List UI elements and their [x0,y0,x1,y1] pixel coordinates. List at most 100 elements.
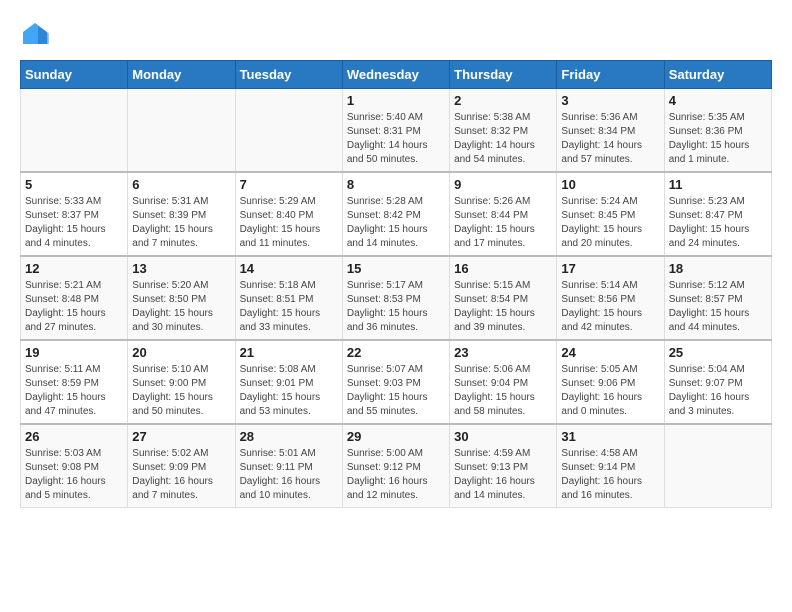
page-header [20,20,772,50]
day-info: Sunrise: 5:24 AM Sunset: 8:45 PM Dayligh… [561,195,659,251]
day-info: Sunrise: 5:33 AM Sunset: 8:37 PM Dayligh… [25,195,123,251]
day-number: 13 [132,261,230,276]
calendar-cell: 29 Sunrise: 5:00 AM Sunset: 9:12 PM Dayli… [342,424,449,508]
header-day-wednesday: Wednesday [342,61,449,89]
calendar-cell: 21Sunrise: 5:08 AM Sunset: 9:01 PM Dayli… [235,340,342,424]
day-number: 9 [454,177,552,192]
header-day-saturday: Saturday [664,61,771,89]
day-number: 25 [669,345,767,360]
day-number: 21 [240,345,338,360]
calendar-cell: 12Sunrise: 5:21 AM Sunset: 8:48 PM Dayli… [21,256,128,340]
calendar-cell: 11Sunrise: 5:23 AM Sunset: 8:47 PM Dayli… [664,172,771,256]
calendar-cell: 31 Sunrise: 4:58 AM Sunset: 9:14 PM Dayli… [557,424,664,508]
day-number: 6 [132,177,230,192]
day-info: Sunrise: 5:17 AM Sunset: 8:53 PM Dayligh… [347,279,445,335]
day-number: 18 [669,261,767,276]
day-number: 31 [561,429,659,444]
day-info: Sunrise: 4:58 AM Sunset: 9:14 PM Dayligh… [561,447,659,503]
calendar-cell: 15 Sunrise: 5:17 AM Sunset: 8:53 PM Dayli… [342,256,449,340]
day-number: 3 [561,93,659,108]
day-number: 14 [240,261,338,276]
day-number: 26 [25,429,123,444]
day-info: Sunrise: 5:05 AM Sunset: 9:06 PM Dayligh… [561,363,659,419]
calendar-cell: 9 Sunrise: 5:26 AM Sunset: 8:44 PM Daylig… [450,172,557,256]
day-info: Sunrise: 5:38 AM Sunset: 8:32 PM Dayligh… [454,111,552,167]
week-row-4: 19 Sunrise: 5:11 AM Sunset: 8:59 PM Dayli… [21,340,772,424]
day-info: Sunrise: 5:21 AM Sunset: 8:48 PM Dayligh… [25,279,123,335]
calendar-cell: 27 Sunrise: 5:02 AM Sunset: 9:09 PM Dayli… [128,424,235,508]
header-day-friday: Friday [557,61,664,89]
day-info: Sunrise: 5:00 AM Sunset: 9:12 PM Dayligh… [347,447,445,503]
calendar-table: SundayMondayTuesdayWednesdayThursdayFrid… [20,60,772,508]
day-info: Sunrise: 5:40 AM Sunset: 8:31 PM Dayligh… [347,111,445,167]
calendar-cell [235,89,342,173]
day-info: Sunrise: 5:31 AM Sunset: 8:39 PM Dayligh… [132,195,230,251]
day-number: 1 [347,93,445,108]
day-number: 11 [669,177,767,192]
calendar-cell: 22 Sunrise: 5:07 AM Sunset: 9:03 PM Dayli… [342,340,449,424]
header-day-thursday: Thursday [450,61,557,89]
day-number: 10 [561,177,659,192]
day-number: 27 [132,429,230,444]
day-info: Sunrise: 5:12 AM Sunset: 8:57 PM Dayligh… [669,279,767,335]
calendar-cell: 7 Sunrise: 5:29 AM Sunset: 8:40 PM Daylig… [235,172,342,256]
day-number: 7 [240,177,338,192]
calendar-cell: 16 Sunrise: 5:15 AM Sunset: 8:54 PM Dayli… [450,256,557,340]
calendar-cell: 8 Sunrise: 5:28 AM Sunset: 8:42 PM Daylig… [342,172,449,256]
day-info: Sunrise: 5:01 AM Sunset: 9:11 PM Dayligh… [240,447,338,503]
day-info: Sunrise: 5:15 AM Sunset: 8:54 PM Dayligh… [454,279,552,335]
week-row-1: 1 Sunrise: 5:40 AM Sunset: 8:31 PM Daylig… [21,89,772,173]
day-info: Sunrise: 5:14 AM Sunset: 8:56 PM Dayligh… [561,279,659,335]
calendar-cell: 26 Sunrise: 5:03 AM Sunset: 9:08 PM Dayli… [21,424,128,508]
calendar-cell: 25 Sunrise: 5:04 AM Sunset: 9:07 PM Dayli… [664,340,771,424]
day-info: Sunrise: 5:02 AM Sunset: 9:09 PM Dayligh… [132,447,230,503]
day-info: Sunrise: 5:20 AM Sunset: 8:50 PM Dayligh… [132,279,230,335]
calendar-header: SundayMondayTuesdayWednesdayThursdayFrid… [21,61,772,89]
day-info: Sunrise: 5:29 AM Sunset: 8:40 PM Dayligh… [240,195,338,251]
day-info: Sunrise: 5:06 AM Sunset: 9:04 PM Dayligh… [454,363,552,419]
day-number: 24 [561,345,659,360]
day-info: Sunrise: 5:18 AM Sunset: 8:51 PM Dayligh… [240,279,338,335]
day-number: 2 [454,93,552,108]
calendar-cell: 30Sunrise: 4:59 AM Sunset: 9:13 PM Dayli… [450,424,557,508]
day-number: 23 [454,345,552,360]
day-info: Sunrise: 5:11 AM Sunset: 8:59 PM Dayligh… [25,363,123,419]
calendar-cell: 5Sunrise: 5:33 AM Sunset: 8:37 PM Daylig… [21,172,128,256]
day-info: Sunrise: 5:36 AM Sunset: 8:34 PM Dayligh… [561,111,659,167]
logo [20,20,54,50]
calendar-cell: 4Sunrise: 5:35 AM Sunset: 8:36 PM Daylig… [664,89,771,173]
calendar-cell: 23 Sunrise: 5:06 AM Sunset: 9:04 PM Dayli… [450,340,557,424]
calendar-cell: 28Sunrise: 5:01 AM Sunset: 9:11 PM Dayli… [235,424,342,508]
header-row: SundayMondayTuesdayWednesdayThursdayFrid… [21,61,772,89]
calendar-cell: 1 Sunrise: 5:40 AM Sunset: 8:31 PM Daylig… [342,89,449,173]
calendar-cell: 6 Sunrise: 5:31 AM Sunset: 8:39 PM Daylig… [128,172,235,256]
day-number: 16 [454,261,552,276]
day-info: Sunrise: 5:26 AM Sunset: 8:44 PM Dayligh… [454,195,552,251]
day-info: Sunrise: 5:10 AM Sunset: 9:00 PM Dayligh… [132,363,230,419]
calendar-cell: 14 Sunrise: 5:18 AM Sunset: 8:51 PM Dayli… [235,256,342,340]
calendar-cell: 17 Sunrise: 5:14 AM Sunset: 8:56 PM Dayli… [557,256,664,340]
calendar-cell: 10 Sunrise: 5:24 AM Sunset: 8:45 PM Dayli… [557,172,664,256]
day-number: 22 [347,345,445,360]
day-number: 8 [347,177,445,192]
day-info: Sunrise: 5:03 AM Sunset: 9:08 PM Dayligh… [25,447,123,503]
calendar-cell: 13 Sunrise: 5:20 AM Sunset: 8:50 PM Dayli… [128,256,235,340]
day-number: 15 [347,261,445,276]
calendar-cell: 24 Sunrise: 5:05 AM Sunset: 9:06 PM Dayli… [557,340,664,424]
day-number: 29 [347,429,445,444]
calendar-cell: 3 Sunrise: 5:36 AM Sunset: 8:34 PM Daylig… [557,89,664,173]
calendar-body: 1 Sunrise: 5:40 AM Sunset: 8:31 PM Daylig… [21,89,772,508]
week-row-2: 5Sunrise: 5:33 AM Sunset: 8:37 PM Daylig… [21,172,772,256]
header-day-monday: Monday [128,61,235,89]
day-info: Sunrise: 5:07 AM Sunset: 9:03 PM Dayligh… [347,363,445,419]
day-info: Sunrise: 5:28 AM Sunset: 8:42 PM Dayligh… [347,195,445,251]
day-info: Sunrise: 5:04 AM Sunset: 9:07 PM Dayligh… [669,363,767,419]
week-row-3: 12Sunrise: 5:21 AM Sunset: 8:48 PM Dayli… [21,256,772,340]
calendar-cell: 2 Sunrise: 5:38 AM Sunset: 8:32 PM Daylig… [450,89,557,173]
week-row-5: 26 Sunrise: 5:03 AM Sunset: 9:08 PM Dayli… [21,424,772,508]
header-day-tuesday: Tuesday [235,61,342,89]
logo-icon [20,20,50,50]
day-number: 19 [25,345,123,360]
day-number: 17 [561,261,659,276]
calendar-cell [664,424,771,508]
